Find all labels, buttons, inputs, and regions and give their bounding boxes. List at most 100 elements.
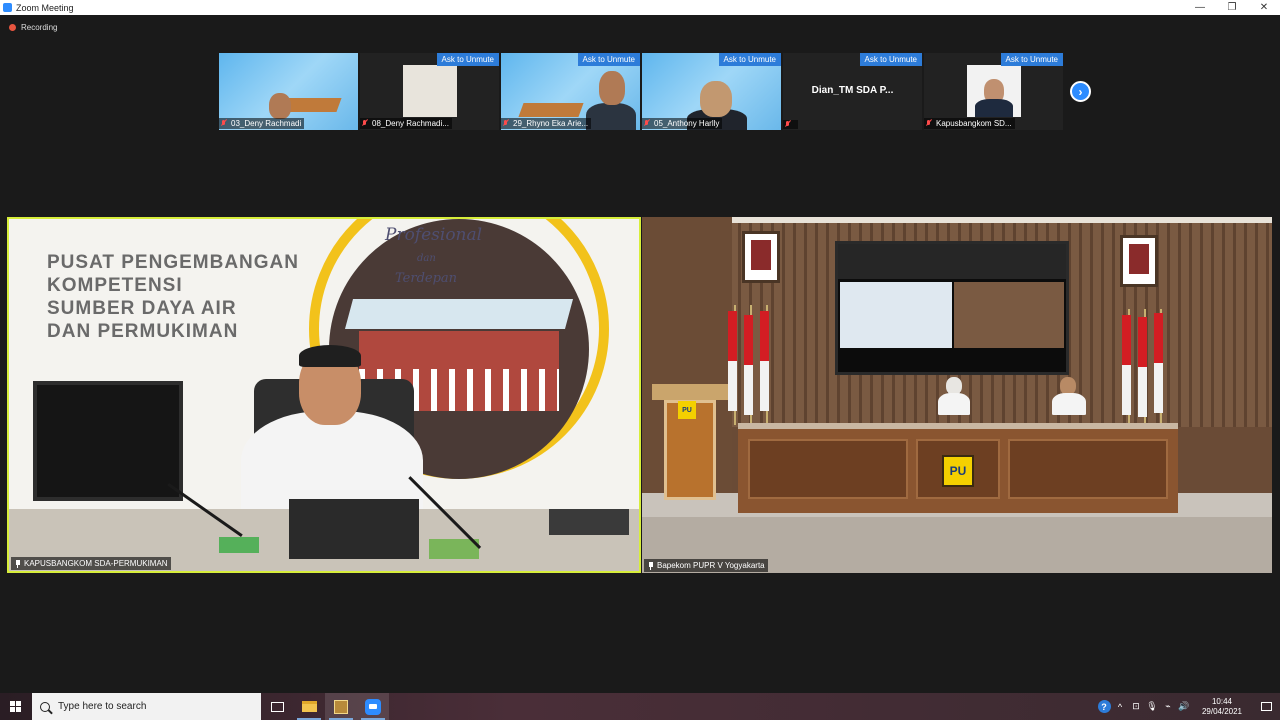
participant-name-tag: 08_Deny Rachmadi... xyxy=(360,118,452,129)
zoom-taskbar-button[interactable] xyxy=(357,693,389,720)
recording-label: Recording xyxy=(21,23,58,32)
screen-gallery-row xyxy=(838,244,1066,279)
desk-mixer xyxy=(549,509,629,535)
taskbar-clock[interactable]: 10:44 29/04/2021 xyxy=(1192,697,1252,717)
windows-taskbar: Type here to search ? ^ ⊡ 🎙 ⌁ 🔊 10:44 29… xyxy=(0,693,1280,720)
participant-name-tag: Kapusbangkom SD... xyxy=(924,118,1015,129)
taskbar-search-box[interactable]: Type here to search xyxy=(32,693,261,720)
flag-indonesia xyxy=(1138,317,1147,417)
mic-muted-icon xyxy=(644,120,650,127)
ask-to-unmute-button[interactable]: Ask to Unmute xyxy=(436,53,499,66)
desk-pu-logo: PU xyxy=(942,455,974,487)
app-icon xyxy=(334,699,348,714)
participant-name-tag xyxy=(783,120,798,129)
participant-face xyxy=(269,93,291,119)
participant-name: Kapusbangkom SD... xyxy=(936,119,1012,128)
microphone-tray-button[interactable]: 🎙 xyxy=(1144,693,1160,720)
help-button[interactable]: ? xyxy=(1096,693,1112,720)
search-icon xyxy=(40,701,50,712)
desk-monitor xyxy=(33,381,183,501)
participant-name-tag: 05_Anthony Harlly xyxy=(642,118,723,129)
wall-portrait-right xyxy=(1120,235,1158,287)
screen-right-video xyxy=(954,282,1064,348)
device-tray-button[interactable]: ⊡ xyxy=(1128,693,1144,720)
participant-shirt xyxy=(586,103,636,130)
background-headline: PUSAT PENGEMBANGAN KOMPETENSI SUMBER DAY… xyxy=(47,251,299,343)
video-tile-room[interactable]: PU PU Bapekom PUPR V Yogyakarta xyxy=(642,217,1272,573)
action-center-button[interactable] xyxy=(1252,693,1280,720)
window-titlebar: Zoom Meeting — ❐ ✕ xyxy=(0,0,1280,15)
show-hidden-icons-button[interactable]: ^ xyxy=(1112,693,1128,720)
slide-roof-graphic xyxy=(518,103,584,117)
network-icon: ⌁ xyxy=(1165,701,1171,711)
participant-poster-image xyxy=(403,65,457,117)
device-icon: ⊡ xyxy=(1132,701,1140,711)
notification-icon xyxy=(1260,702,1272,711)
participant-thumb[interactable]: Ask to Unmute 08_Deny Rachmadi... xyxy=(360,53,499,130)
close-button[interactable]: ✕ xyxy=(1248,0,1280,15)
system-tray: ? ^ ⊡ 🎙 ⌁ 🔊 10:44 29/04/2021 xyxy=(1096,693,1280,720)
restore-button[interactable]: ❐ xyxy=(1216,0,1248,15)
participant-name: 05_Anthony Harlly xyxy=(654,119,720,128)
gallery-strip: 03_Deny Rachmadi Ask to Unmute 08_Deny R… xyxy=(219,53,1065,130)
zoom-camera-icon xyxy=(365,698,381,715)
headline-line: KOMPETENSI xyxy=(47,275,183,296)
pin-icon xyxy=(647,561,654,570)
help-icon: ? xyxy=(1097,700,1111,713)
podium-pu-logo: PU xyxy=(678,401,696,419)
network-tray-button[interactable]: ⌁ xyxy=(1160,693,1176,720)
flag-indonesia xyxy=(728,311,737,411)
speaker-hair xyxy=(299,345,361,367)
person-torso xyxy=(938,393,970,415)
minimize-button[interactable]: — xyxy=(1184,0,1216,15)
podium-top xyxy=(652,384,728,400)
window-controls: — ❐ ✕ xyxy=(1184,0,1280,15)
participant-name-tag: 29_Rhyno Eka Arie... xyxy=(501,118,592,129)
portrait-suit xyxy=(975,99,1013,117)
tagline-dan: dan xyxy=(417,253,436,264)
ask-to-unmute-button[interactable]: Ask to Unmute xyxy=(859,53,922,66)
mic-muted-icon xyxy=(503,120,509,127)
tagline-profesional: Profesional xyxy=(385,225,483,245)
volume-tray-button[interactable]: 🔊 xyxy=(1176,693,1192,720)
clock-date: 29/04/2021 xyxy=(1201,706,1243,716)
flag-indonesia xyxy=(1154,313,1163,413)
ask-to-unmute-button[interactable]: Ask to Unmute xyxy=(1000,53,1063,66)
desk-panel xyxy=(748,439,908,499)
gallery-next-button[interactable]: › xyxy=(1070,81,1091,102)
participant-thumb[interactable]: Ask to Unmute Kapusbangkom SD... xyxy=(924,53,1063,130)
participant-thumb[interactable]: Ask to Unmute 05_Anthony Harlly xyxy=(642,53,781,130)
desk-laptop xyxy=(289,499,419,559)
participant-name-tag: 03_Deny Rachmadi xyxy=(219,118,305,129)
zoom-logo-icon xyxy=(3,3,12,12)
participant-thumb[interactable]: 03_Deny Rachmadi xyxy=(219,53,358,130)
mic-muted-icon xyxy=(926,120,932,127)
meeting-window: Recording 03_Deny Rachmadi Ask to Unmute… xyxy=(0,15,1280,693)
participant-thumb[interactable]: Ask to Unmute Dian_TM SDA P... xyxy=(783,53,922,130)
volume-icon: 🔊 xyxy=(1178,701,1190,711)
video-tile-name-tag: KAPUSBANGKOM SDA-PERMUKIMAN xyxy=(11,557,171,570)
task-view-icon xyxy=(270,701,284,712)
microphone-icon: 🎙 xyxy=(1146,701,1158,711)
ask-to-unmute-button[interactable]: Ask to Unmute xyxy=(577,53,640,66)
flag-indonesia xyxy=(744,315,753,415)
participant-portrait-image xyxy=(967,65,1021,117)
video-tile-name: KAPUSBANGKOM SDA-PERMUKIMAN xyxy=(24,559,168,568)
building-roof xyxy=(344,299,574,329)
participant-name: 29_Rhyno Eka Arie... xyxy=(513,119,589,128)
mic-muted-icon xyxy=(785,121,791,128)
file-explorer-button[interactable] xyxy=(293,693,325,720)
start-button[interactable] xyxy=(0,693,32,720)
participant-face xyxy=(599,71,625,105)
participant-thumb[interactable]: Ask to Unmute 29_Rhyno Eka Arie... xyxy=(501,53,640,130)
task-view-button[interactable] xyxy=(261,693,293,720)
recording-indicator[interactable]: Recording xyxy=(9,23,57,32)
taskbar-app-button[interactable] xyxy=(325,693,357,720)
mic-muted-icon xyxy=(362,120,368,127)
headline-line: PUSAT PENGEMBANGAN xyxy=(47,252,299,273)
ask-to-unmute-button[interactable]: Ask to Unmute xyxy=(718,53,781,66)
chevron-up-icon: ^ xyxy=(1117,701,1123,712)
flag-indonesia xyxy=(760,311,769,411)
mic-muted-icon xyxy=(221,120,227,127)
video-tile-active-speaker[interactable]: PUSAT PENGEMBANGAN KOMPETENSI SUMBER DAY… xyxy=(7,217,641,573)
